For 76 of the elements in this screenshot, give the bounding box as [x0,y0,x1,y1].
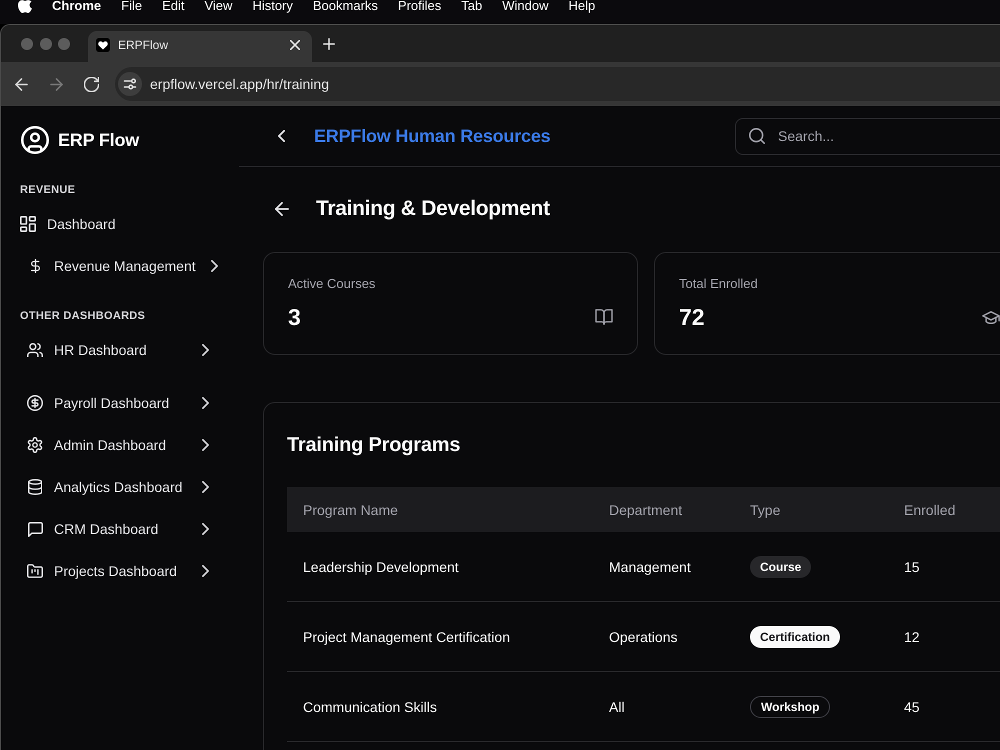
chevron-left-icon[interactable] [278,130,285,142]
window-control-button[interactable] [40,38,52,50]
table-cell: Communication Skills [303,698,437,714]
card-title: Training Programs [287,433,460,458]
sidebar-item[interactable]: Analytics Dashboard [1,466,209,508]
stat-label: Active Courses [288,276,376,292]
stat-label: Total Enrolled [679,276,758,292]
reload-icon [84,76,98,92]
table-cell: Leadership Development [303,558,459,574]
chevron-right-icon [202,523,209,535]
sidebar-item[interactable]: Projects Dashboard [1,550,209,592]
app-menu[interactable]: Chrome [52,0,102,12]
table-cell: 45 [904,698,920,714]
menu-item[interactable]: History [252,0,293,12]
menu-item[interactable]: Profiles [398,0,442,12]
sidebar-item[interactable]: Dashboard [1,203,116,245]
type-badge: Workshop [750,696,830,718]
brand-name: ERP Flow [58,130,140,150]
chevron-right-icon [202,344,209,356]
app-title: ERPFlow Human Resources [314,126,550,146]
dollar-circle-icon [27,395,43,411]
menu-item[interactable]: Tab [461,0,482,12]
search-icon [749,128,765,144]
stat-value: 3 [288,303,301,331]
column-header: Program Name [303,502,398,518]
sidebar-item[interactable]: HR Dashboard [1,329,209,371]
address-bar[interactable]: erpflow.vercel.app/hr/training [115,67,1000,101]
chevron-right-icon [210,260,218,272]
window-control-button[interactable] [58,38,70,50]
users-icon [27,342,43,358]
chevron-right-icon [202,481,209,493]
table-cell: Management [609,558,691,574]
window-control-button[interactable] [21,38,33,50]
sliders-icon[interactable] [118,72,142,96]
menu-item[interactable]: Window [502,0,548,12]
book-icon [595,309,613,325]
chevron-right-icon [202,397,209,409]
section-label: OTHER DASHBOARDS [20,309,146,323]
menu-item[interactable]: Bookmarks [312,0,378,12]
table-cell: Project Management Certification [303,628,510,644]
folder-icon [27,564,43,578]
page-title: Training & Development [316,196,550,222]
search-field[interactable]: Search... [735,118,1000,154]
user-circle-icon [21,126,49,154]
table-cell: All [609,698,625,714]
chevron-right-icon [202,439,209,451]
apple-icon[interactable] [18,0,32,13]
grid-icon [20,216,36,232]
sidebar-item[interactable]: Payroll Dashboard [1,382,209,424]
sidebar-item[interactable]: Revenue Management [1,245,218,287]
column-header: Type [750,502,780,518]
column-header: Enrolled [904,502,956,518]
section-label: REVENUE [20,183,76,197]
menu-item[interactable]: File [121,0,142,12]
heart-icon [96,38,110,52]
database-icon [28,479,42,495]
browser-tab[interactable]: ERPFlow [88,31,312,62]
stat-value: 72 [679,303,705,331]
plus-icon[interactable] [323,38,335,50]
menu-item[interactable]: View [204,0,232,12]
table-cell: 15 [904,558,920,574]
column-header: Department [609,502,682,518]
menu-item[interactable]: Help [568,0,596,12]
chevron-right-icon [202,565,209,577]
chat-bubble-icon [28,522,42,536]
table-cell: 12 [904,628,920,644]
sidebar-item[interactable]: CRM Dashboard [1,508,209,550]
sidebar-item[interactable]: Admin Dashboard [1,424,209,466]
type-badge: Certification [750,626,840,648]
gear-icon [27,437,43,453]
graduation-cap-icon [982,310,1000,324]
table-cell: Operations [609,628,678,644]
menu-item[interactable]: Edit [162,0,184,12]
dollar-icon [30,258,40,274]
close-icon[interactable] [290,40,300,50]
type-badge: Course [750,556,812,578]
